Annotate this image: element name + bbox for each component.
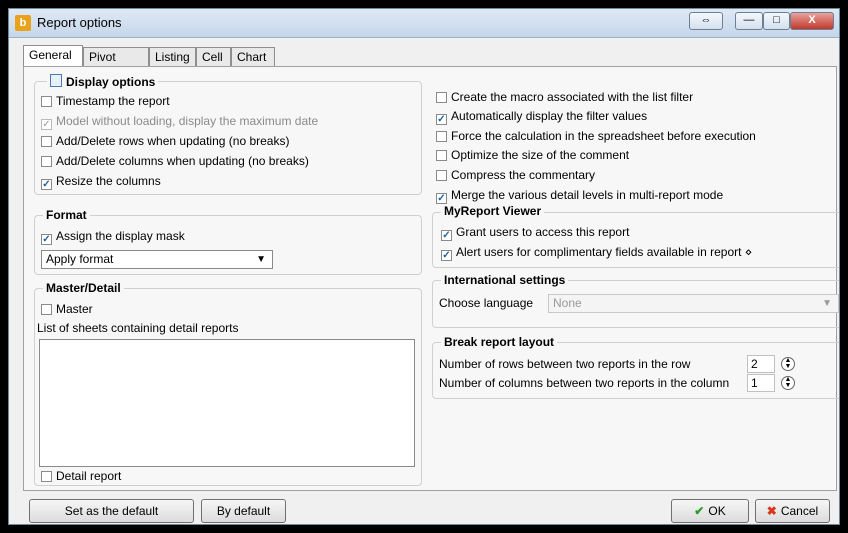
tab-cell[interactable]: Cell [196,47,231,66]
checkbox-box[interactable]: ✓ [441,250,452,261]
document-icon [50,74,62,87]
checkbox-box[interactable]: ✓ [441,230,452,241]
tab-pivot-table[interactable]: Pivot Table [83,47,149,82]
compress-commentary-checkbox[interactable]: Compress the commentary [436,168,595,184]
checkbox-label: Master [56,302,93,316]
format-select[interactable]: Apply format ▼ [41,250,273,269]
close-button[interactable]: X [790,12,834,30]
checkbox-box[interactable] [41,136,52,147]
auto-display-filter-checkbox[interactable]: ✓ Automatically display the filter values [436,109,647,125]
checkbox-box[interactable] [41,96,52,107]
rows-between-input[interactable]: 2 [747,355,775,373]
checkbox-box[interactable] [436,170,447,181]
chevron-down-icon: ▼ [256,254,266,265]
maximize-button[interactable]: □ [763,12,790,30]
checkbox-label: Automatically display the filter values [451,109,648,123]
choose-language-label: Choose language [439,296,534,310]
columns-between-label: Number of columns between two reports in… [439,376,730,390]
checkbox-box[interactable] [41,156,52,167]
checkbox-label: Merge the various detail levels in multi… [451,188,724,202]
rows-spin-updown-icon[interactable]: ▲ ▼ [781,357,795,371]
general-tab-page: Display options Timestamp the report ✓ Mo… [23,66,839,491]
detail-sheets-label: List of sheets containing detail reports [37,321,239,335]
break-report-layout-group: Break report layout Number of rows betwe… [432,335,839,399]
master-checkbox[interactable]: Master [41,302,93,318]
columns-spin-updown-icon[interactable]: ▲ ▼ [781,376,795,390]
resize-columns-checkbox[interactable]: ✓ Resize the columns [41,174,161,190]
checkmark-icon: ✔ [694,504,705,518]
checkbox-label: Compress the commentary [451,168,596,182]
myreport-viewer-title: MyReport Viewer [441,204,545,218]
checkbox-box[interactable]: ✓ [41,179,52,190]
report-options-window: b Report options ⇔ — □ X General Pivot T… [8,8,840,525]
checkbox-box[interactable] [436,131,447,142]
format-select-value: Apply format [46,252,114,266]
tab-chart[interactable]: Chart [231,47,275,66]
checkbox-label: Resize the columns [56,174,161,188]
language-select[interactable]: None ▼ [548,294,839,313]
master-detail-title: Master/Detail [43,281,124,295]
set-as-default-button[interactable]: Set as the default [29,499,194,523]
optimize-comment-checkbox[interactable]: Optimize the size of the comment [436,148,629,164]
checkbox-label: Add/Delete columns when updating (no bre… [56,154,309,168]
window-title: Report options [37,15,122,30]
detail-report-checkbox[interactable]: Detail report [41,469,121,485]
force-calculation-checkbox[interactable]: Force the calculation in the spreadsheet… [436,129,756,145]
cancel-button[interactable]: ✖ Cancel [755,499,830,523]
checkbox-box[interactable] [436,92,447,103]
checkbox-label: Add/Delete rows when updating (no breaks… [56,134,290,148]
grant-users-checkbox[interactable]: ✓ Grant users to access this report [441,225,629,241]
add-delete-columns-checkbox[interactable]: Add/Delete columns when updating (no bre… [41,154,309,170]
display-options-heading: Display options [47,74,159,89]
by-default-button[interactable]: By default [201,499,286,523]
tab-listing[interactable]: Listing [149,47,196,66]
master-detail-group: Master/Detail Master List of sheets cont… [34,281,422,486]
detail-sheets-list[interactable] [39,339,415,467]
checkbox-label: Grant users to access this report [456,225,630,239]
checkbox-box[interactable]: ✓ [436,114,447,125]
columns-between-input[interactable]: 1 [747,374,775,392]
format-title: Format [43,208,90,222]
checkbox-box[interactable] [41,471,52,482]
timestamp-checkbox[interactable]: Timestamp the report [41,94,170,110]
checkbox-label: Create the macro associated with the lis… [451,90,694,104]
ok-button[interactable]: ✔ OK [671,499,749,523]
chevron-down-icon: ▼ [822,298,832,309]
display-options-group: Display options Timestamp the report ✓ Mo… [34,74,422,195]
international-settings-group: International settings Choose language N… [432,273,839,328]
checkbox-label: Alert users for complimentary fields ava… [456,245,753,259]
create-macro-checkbox[interactable]: Create the macro associated with the lis… [436,90,693,106]
cross-icon: ✖ [766,504,777,518]
app-logo-icon: b [15,15,31,31]
checkbox-box[interactable] [41,304,52,315]
merge-detail-levels-checkbox[interactable]: ✓ Merge the various detail levels in mult… [436,188,723,204]
checkbox-label: Force the calculation in the spreadsheet… [451,129,756,143]
cancel-label: Cancel [780,504,819,518]
language-select-value: None [553,296,582,310]
model-without-loading-checkbox[interactable]: ✓ Model without loading, display the maxi… [41,114,318,130]
minimize-button[interactable]: — [735,12,763,30]
checkbox-label: Detail report [56,469,122,483]
checkbox-box[interactable] [436,150,447,161]
checkbox-label: Assign the display mask [56,229,185,243]
display-options-title: Display options [66,75,156,89]
checkbox-label: Timestamp the report [56,94,170,108]
checkbox-box[interactable]: ✓ [436,193,447,204]
restore-icon[interactable]: ⇔ [689,12,723,30]
add-delete-rows-checkbox[interactable]: Add/Delete rows when updating (no breaks… [41,134,289,150]
break-report-layout-title: Break report layout [441,335,558,349]
tab-general[interactable]: General [23,45,83,66]
checkbox-label: Optimize the size of the comment [451,148,630,162]
checkbox-box[interactable]: ✓ [41,234,52,245]
myreport-viewer-group: MyReport Viewer ✓ Grant users to access t… [432,204,839,268]
international-settings-title: International settings [441,273,569,287]
title-bar: b Report options ⇔ — □ X [9,9,839,38]
ok-label: OK [708,504,726,518]
checkbox-label: Model without loading, display the maxim… [56,114,319,128]
assign-display-mask-checkbox[interactable]: ✓ Assign the display mask [41,229,185,245]
rows-between-label: Number of rows between two reports in th… [439,357,691,371]
format-group: Format ✓ Assign the display mask Apply fo… [34,208,422,275]
alert-users-checkbox[interactable]: ✓ Alert users for complimentary fields av… [441,245,752,261]
checkbox-box[interactable]: ✓ [41,119,52,130]
